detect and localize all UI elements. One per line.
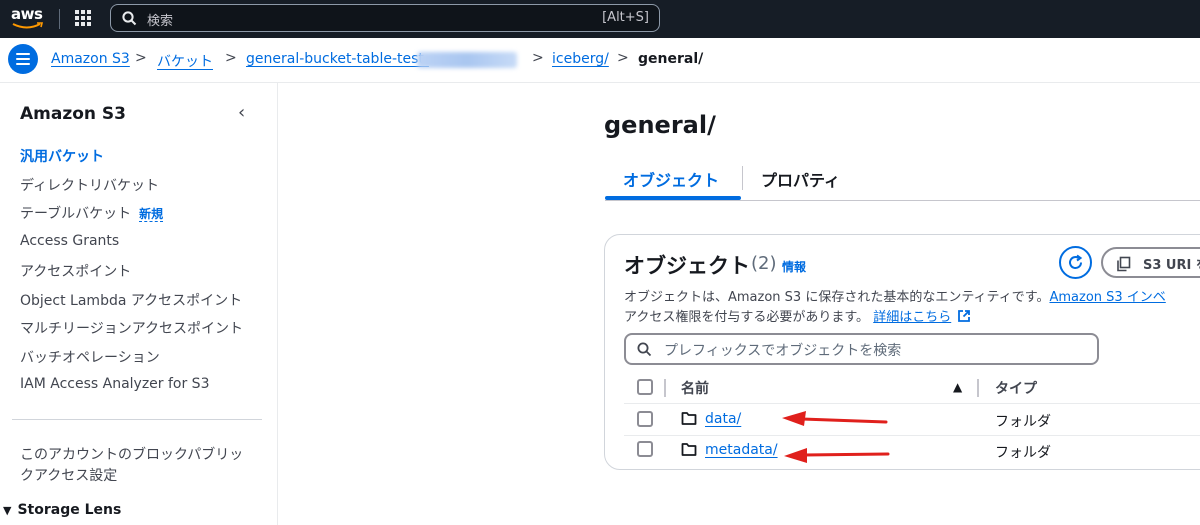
sidebar-item-table-buckets[interactable]: テーブルバケット 新規	[20, 203, 164, 223]
object-type: フォルダ	[995, 445, 1051, 461]
navigation-menu-button[interactable]	[8, 44, 38, 74]
breadcrumb-iceberg[interactable]: iceberg/	[552, 51, 609, 67]
panel-description-line2: アクセス権限を付与する必要があります。 詳細はこちら	[624, 306, 971, 325]
copy-s3-uri-button[interactable]: S3 URI を	[1101, 247, 1200, 278]
sidebar-item-block-public-access-line1[interactable]: このアカウントのブロックパブリッ	[20, 444, 243, 464]
side-navigation: Amazon S3 ‹ 汎用バケット ディレクトリバケット テーブルバケット 新規…	[0, 83, 278, 525]
description-text: オブジェクトは、Amazon S3 に保存された基本的なエンティティです。	[624, 290, 1050, 305]
aws-smile-icon	[12, 22, 44, 29]
breadcrumb-bucket-name[interactable]: general-bucket-table-test-	[246, 51, 429, 67]
object-type: フォルダ	[995, 414, 1051, 430]
object-prefix-search-input[interactable]: プレフィックスでオブジェクトを検索	[624, 333, 1099, 365]
breadcrumb-separator: >	[135, 50, 147, 66]
object-link-data[interactable]: data/	[705, 411, 741, 427]
topbar-divider	[59, 9, 60, 29]
panel-heading: オブジェクト	[624, 254, 750, 278]
panel-description-line1: オブジェクトは、Amazon S3 に保存された基本的なエンティティです。Ama…	[624, 286, 1166, 305]
sidebar-item-batch-operations[interactable]: バッチオペレーション	[20, 347, 160, 367]
sidebar-item-object-lambda[interactable]: Object Lambda アクセスポイント	[20, 290, 242, 310]
caret-down-icon: ▼	[3, 504, 12, 517]
sidebar-section-storage-lens[interactable]: ▼ Storage Lens	[3, 502, 121, 518]
filter-placeholder: プレフィックスでオブジェクトを検索	[664, 343, 902, 359]
sidebar-item-access-grants[interactable]: Access Grants	[20, 233, 119, 249]
header-row-border	[624, 403, 1200, 404]
tab-properties[interactable]: プロパティ	[761, 167, 840, 191]
breadcrumb-buckets[interactable]: バケット	[157, 51, 213, 71]
external-link-icon	[958, 310, 971, 322]
copy-button-label: S3 URI を	[1143, 258, 1200, 273]
search-shortcut-hint: [Alt+S]	[602, 10, 649, 25]
sidebar-item-general-buckets[interactable]: 汎用バケット	[20, 146, 104, 166]
refresh-button[interactable]	[1059, 246, 1092, 279]
sidebar-item-access-points[interactable]: アクセスポイント	[20, 261, 131, 281]
info-link[interactable]: 情報	[782, 258, 806, 275]
sort-ascending-icon[interactable]: ▲	[953, 380, 962, 394]
aws-logo[interactable]: aws	[11, 4, 45, 32]
row-checkbox[interactable]	[637, 411, 653, 427]
inventory-link[interactable]: Amazon S3 インベ	[1049, 290, 1165, 305]
tab-separator	[742, 166, 743, 190]
column-header-name[interactable]: 名前	[681, 378, 709, 398]
annotation-arrow-icon	[782, 411, 888, 426]
refresh-icon	[1069, 254, 1083, 269]
copy-icon	[1117, 256, 1131, 272]
select-all-checkbox[interactable]	[637, 379, 653, 395]
object-link-metadata[interactable]: metadata/	[705, 442, 778, 458]
column-divider	[977, 379, 979, 397]
sidebar-item-directory-buckets[interactable]: ディレクトリバケット	[20, 175, 159, 195]
redacted-account-id	[417, 52, 517, 68]
description-text: アクセス権限を付与する必要があります。	[624, 310, 870, 325]
global-search-input[interactable]: 検索 [Alt+S]	[110, 4, 660, 32]
row-border	[624, 435, 1200, 436]
sidebar-collapse-icon[interactable]: ‹	[238, 102, 245, 123]
learn-more-link[interactable]: 詳細はこちら	[873, 310, 951, 325]
aws-logo-text: aws	[11, 5, 43, 23]
sidebar-item-multi-region[interactable]: マルチリージョンアクセスポイント	[20, 318, 243, 338]
breadcrumb-amazon-s3[interactable]: Amazon S3	[51, 51, 130, 67]
object-count: (2)	[751, 253, 777, 274]
page-title: general/	[604, 111, 716, 139]
folder-icon	[681, 412, 697, 425]
row-checkbox[interactable]	[637, 441, 653, 457]
new-badge: 新規	[139, 207, 164, 222]
column-header-type[interactable]: タイプ	[995, 378, 1037, 398]
search-placeholder: 検索	[147, 14, 174, 29]
sidebar-item-label: テーブルバケット	[20, 206, 132, 222]
breadcrumb-bar: Amazon S3 > バケット > general-bucket-table-…	[0, 38, 1200, 83]
sidebar-item-block-public-access-line2[interactable]: クアクセス設定	[20, 465, 117, 485]
tabs-baseline	[605, 200, 1200, 201]
sidebar-divider	[12, 419, 262, 420]
services-grid-icon[interactable]	[75, 10, 93, 28]
search-icon	[637, 342, 652, 357]
tab-objects[interactable]: オブジェクト	[623, 167, 719, 191]
search-icon	[122, 11, 137, 26]
breadcrumb-separator: >	[225, 50, 237, 66]
top-navigation-bar: aws 検索 [Alt+S]	[0, 0, 1200, 38]
breadcrumb-separator: >	[532, 50, 544, 66]
section-label: Storage Lens	[17, 502, 122, 518]
folder-icon	[681, 443, 697, 456]
sidebar-title: Amazon S3	[20, 104, 127, 124]
sidebar-item-iam-access-analyzer[interactable]: IAM Access Analyzer for S3	[20, 376, 209, 392]
breadcrumb-current: general/	[638, 51, 704, 67]
annotation-arrow-icon	[784, 448, 890, 463]
column-divider	[664, 379, 666, 397]
breadcrumb-separator: >	[617, 50, 629, 66]
